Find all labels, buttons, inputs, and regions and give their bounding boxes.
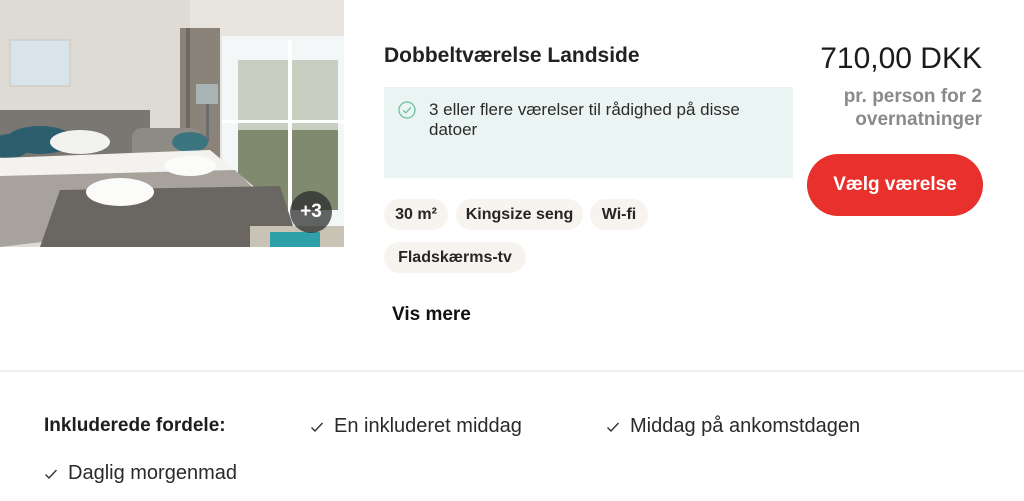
benefit-item: Daglig morgenmad bbox=[44, 462, 237, 485]
checkmark-icon bbox=[607, 422, 620, 432]
check-circle-icon bbox=[398, 101, 416, 119]
room-card: +3 Dobbeltværelse Landside 3 eller flere… bbox=[0, 0, 1024, 370]
tag-tv: Fladskærms-tv bbox=[384, 242, 526, 273]
benefit-item: Middag på ankomstdagen bbox=[606, 415, 860, 438]
tag-size: 30 m² bbox=[384, 199, 448, 230]
benefits-label: Inkluderede fordele: bbox=[44, 415, 226, 436]
room-price: 710,00 DKK bbox=[820, 42, 982, 75]
availability-text: 3 eller flere værelser til rådighed på d… bbox=[429, 100, 740, 139]
benefit-item: En inkluderet middag bbox=[310, 415, 522, 438]
included-benefits: Inkluderede fordele: En inkluderet midda… bbox=[0, 372, 1024, 501]
select-room-button[interactable]: Vælg værelse bbox=[807, 154, 983, 216]
checkmark-icon bbox=[45, 469, 58, 479]
more-photos-button[interactable]: +3 bbox=[290, 191, 332, 233]
tag-bed: Kingsize seng bbox=[456, 199, 583, 230]
benefit-text: En inkluderet middag bbox=[334, 415, 522, 437]
price-note: pr. person for 2 overnatninger bbox=[843, 86, 982, 130]
benefit-text: Middag på ankomstdagen bbox=[630, 415, 861, 437]
benefit-text: Daglig morgenmad bbox=[68, 462, 237, 484]
show-more-link[interactable]: Vis mere bbox=[392, 304, 471, 326]
tag-wifi: Wi-fi bbox=[590, 199, 648, 230]
availability-notice: 3 eller flere værelser til rådighed på d… bbox=[384, 87, 793, 178]
checkmark-icon bbox=[311, 422, 324, 432]
room-photo[interactable]: +3 bbox=[0, 0, 344, 247]
room-title: Dobbeltværelse Landside bbox=[384, 44, 640, 67]
